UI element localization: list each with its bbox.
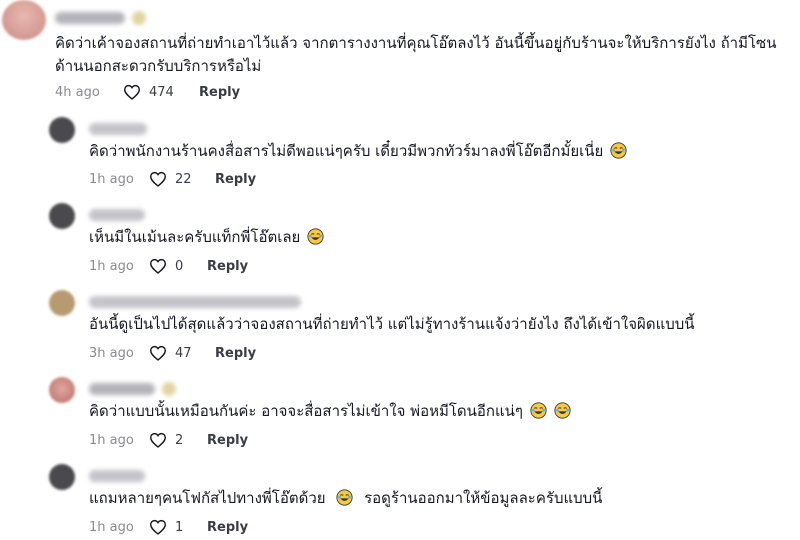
comment-text-content: เห็นมีในเม้นละครับแท็กพี่โอ๊ตเลย [89, 228, 301, 246]
comment-time: 1h ago [89, 171, 134, 187]
heart-icon[interactable] [149, 344, 167, 362]
reply-button[interactable]: Reply [207, 520, 248, 535]
comment-meta: 1h ago 2 Reply [89, 430, 248, 450]
heart-icon[interactable] [149, 431, 167, 449]
comment-meta: 3h ago 47 Reply [89, 343, 256, 363]
laughing-emoji-icon [336, 489, 353, 506]
comment-text: เห็นมีในเม้นละครับแท็กพี่โอ๊ตเลย [89, 226, 324, 249]
username-blurred[interactable] [55, 12, 125, 24]
username-blurred[interactable] [89, 209, 145, 221]
laughing-emoji-icon [530, 402, 547, 419]
comment-time: 3h ago [89, 345, 134, 361]
comment-time: 1h ago [89, 258, 134, 274]
avatar[interactable] [49, 290, 75, 316]
heart-icon[interactable] [123, 83, 141, 101]
avatar[interactable] [49, 464, 75, 490]
comment-time: 1h ago [89, 432, 134, 448]
laughing-emoji-icon [307, 228, 324, 245]
like-count: 47 [175, 345, 192, 361]
comment-text-content: คิดว่าพนักงานร้านคงสื่อสารไม่ดีพอแน่ๆครั… [89, 142, 604, 160]
comment-time: 4h ago [55, 84, 100, 100]
heart-icon[interactable] [149, 518, 167, 536]
comment-time: 1h ago [89, 519, 134, 535]
like-count: 2 [175, 432, 184, 448]
like-count: 0 [175, 258, 184, 274]
laughing-emoji-icon [553, 402, 571, 419]
username-emoji [132, 11, 146, 25]
comment-text: คิดว่าเค้าจองสถานที่ถ่ายทำเอาไว้แล้ว จาก… [55, 34, 777, 75]
comment-text: คิดว่าแบบนั้นเหมือนกันค่ะ อาจจะสื่อสารไม… [89, 400, 571, 423]
username-emoji [162, 382, 176, 396]
comment-meta: 1h ago 0 Reply [89, 256, 248, 276]
username-blurred[interactable] [89, 383, 155, 395]
like-count: 1 [175, 519, 184, 535]
reply-button[interactable]: Reply [215, 172, 256, 187]
like-count: 22 [175, 171, 192, 187]
comment-meta: 1h ago 22 Reply [89, 169, 256, 189]
comment-text-content: แถมหลายๆคนโฟกัสไปทางพี่โอ๊ตด้วย [89, 489, 326, 507]
heart-icon[interactable] [149, 257, 167, 275]
avatar[interactable] [49, 203, 75, 229]
comment-meta: 1h ago 1 Reply [89, 517, 248, 537]
comment-text-content: คิดว่าแบบนั้นเหมือนกันค่ะ อาจจะสื่อสารไม… [89, 402, 523, 420]
username-blurred[interactable] [89, 470, 145, 482]
comment-text: คิดว่าพนักงานร้านคงสื่อสารไม่ดีพอแน่ๆครั… [89, 140, 627, 163]
laughing-emoji-icon [610, 142, 627, 159]
comment-text-content-2: รอดูร้านออกมาให้ข้อมูลละครับแบบนี้ [364, 489, 603, 507]
avatar[interactable] [49, 377, 75, 403]
like-count: 474 [149, 84, 174, 100]
comment-text: อันนี้ดูเป็นไปได้สุดแล้วว่าจองสถานที่ถ่า… [89, 315, 695, 333]
reply-button[interactable]: Reply [207, 259, 248, 274]
heart-icon[interactable] [149, 170, 167, 188]
avatar[interactable] [49, 117, 75, 143]
username-blurred[interactable] [89, 123, 147, 135]
comment-text: แถมหลายๆคนโฟกัสไปทางพี่โอ๊ตด้วย รอดูร้าน… [89, 487, 602, 510]
comment-meta: 4h ago 474 Reply [55, 82, 240, 102]
reply-button[interactable]: Reply [215, 346, 256, 361]
reply-button[interactable]: Reply [207, 433, 248, 448]
avatar[interactable] [2, 0, 46, 40]
username-blurred[interactable] [89, 296, 301, 308]
reply-button[interactable]: Reply [199, 85, 240, 100]
